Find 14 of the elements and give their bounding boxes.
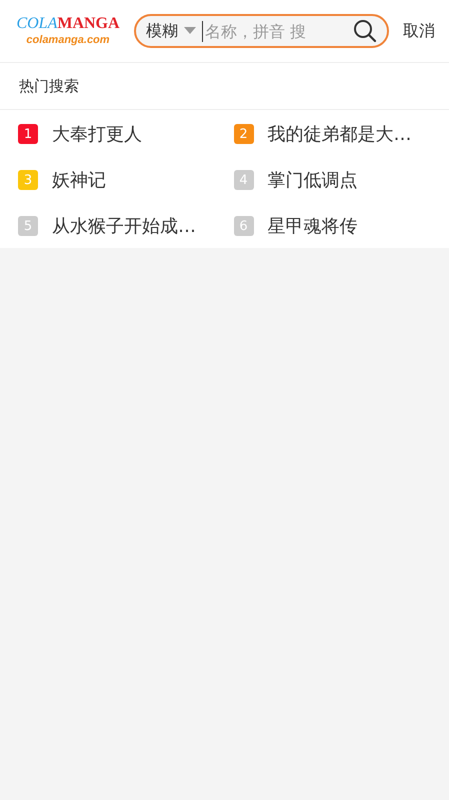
search-icon[interactable] (353, 19, 377, 43)
cancel-button[interactable]: 取消 (399, 16, 439, 46)
rank-badge: 1 (18, 124, 38, 144)
rank-badge: 3 (18, 170, 38, 190)
hot-search-item[interactable]: 3 妖神记 (18, 168, 234, 192)
hot-search-item[interactable]: 1 大奉打更人 (18, 122, 234, 146)
caret-icon (184, 27, 196, 35)
search-field[interactable]: 名称，拼音 搜 (202, 20, 353, 42)
search-bar[interactable]: 模糊 名称，拼音 搜 (134, 14, 389, 48)
site-logo[interactable]: COLAMANGA colamanga.com (12, 16, 124, 46)
hot-search-item[interactable]: 2 我的徒弟都是大… (234, 122, 449, 146)
section-title: 热门搜索 (19, 76, 79, 96)
rank-badge: 2 (234, 124, 254, 144)
search-mode-dropdown[interactable]: 模糊 (146, 20, 202, 42)
